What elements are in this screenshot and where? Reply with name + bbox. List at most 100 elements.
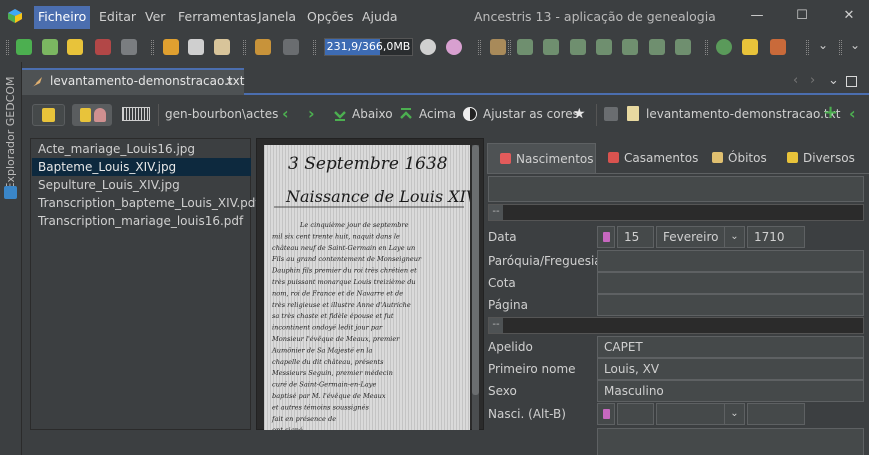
day-field[interactable]: 15 bbox=[617, 226, 654, 248]
close-genealogy-icon[interactable] bbox=[95, 39, 111, 55]
copy-icon[interactable] bbox=[188, 39, 204, 55]
record-header-field[interactable] bbox=[488, 176, 864, 202]
birth-month-select[interactable]: ⌄ bbox=[656, 403, 745, 425]
group-icon[interactable] bbox=[570, 39, 586, 55]
tab-prev-icon[interactable]: ‹ bbox=[793, 73, 798, 88]
collapse-button[interactable]: -- bbox=[489, 205, 503, 220]
menu-janela[interactable]: Janela bbox=[254, 6, 300, 29]
down-button[interactable] bbox=[333, 108, 347, 122]
new-tree-icon[interactable] bbox=[42, 39, 58, 55]
individual-icon[interactable] bbox=[517, 39, 533, 55]
garbage-collect-icon[interactable] bbox=[420, 39, 436, 55]
parish-field[interactable] bbox=[597, 250, 864, 272]
toolbar-grip[interactable] bbox=[478, 40, 481, 55]
family-icon[interactable] bbox=[543, 39, 559, 55]
up-label[interactable]: Acima bbox=[419, 107, 456, 121]
menu-opcoes[interactable]: Opções bbox=[303, 6, 358, 29]
repository-icon[interactable] bbox=[649, 39, 665, 55]
save-icon[interactable] bbox=[121, 39, 137, 55]
menu-ver[interactable]: Ver bbox=[141, 6, 169, 29]
manuscript-line: très puissant monarque Louis treizième d… bbox=[272, 278, 416, 286]
page-field[interactable] bbox=[597, 294, 864, 316]
toolbar-overflow-icon[interactable]: ⌄ bbox=[850, 38, 860, 52]
menu-ferramentas[interactable]: Ferramentas bbox=[174, 6, 261, 29]
contrast-icon[interactable] bbox=[463, 107, 477, 121]
tab-next-icon[interactable]: › bbox=[810, 73, 815, 88]
keyboard-icon[interactable] bbox=[122, 107, 150, 121]
adjust-colors-label[interactable]: Ajustar as cores bbox=[483, 107, 579, 121]
maximize-panel-icon[interactable] bbox=[846, 76, 857, 87]
source-icon[interactable] bbox=[622, 39, 638, 55]
memory-indicator[interactable]: 231,9/366,0MB bbox=[324, 38, 413, 56]
list-item[interactable]: Transcription_bapteme_Louis_XIV.pdf bbox=[32, 194, 260, 212]
text-file-icon[interactable] bbox=[627, 106, 639, 121]
menu-ajuda[interactable]: Ajuda bbox=[358, 6, 402, 29]
explorer-icon[interactable] bbox=[4, 186, 17, 199]
submitter-icon[interactable] bbox=[675, 39, 691, 55]
manuscript-image[interactable]: 3 Septembre 1638 Naissance de Louis XIV … bbox=[264, 145, 470, 430]
archive-icon[interactable] bbox=[604, 107, 618, 121]
toolbar-grip[interactable] bbox=[313, 40, 316, 55]
down-label[interactable]: Abaixo bbox=[352, 107, 393, 121]
book-icon[interactable] bbox=[490, 39, 506, 55]
list-item[interactable]: Sepulture_Louis_XIV.jpg bbox=[32, 176, 251, 194]
toolbar-grip[interactable] bbox=[508, 40, 511, 55]
tab-nascimentos[interactable]: Nascimentos bbox=[487, 143, 596, 173]
person-mode-button[interactable] bbox=[72, 104, 112, 126]
firstname-field[interactable]: Louis, XV bbox=[597, 358, 864, 380]
cote-field[interactable] bbox=[597, 272, 864, 294]
menu-editar[interactable]: Editar bbox=[95, 6, 140, 29]
collapse-button[interactable]: -- bbox=[489, 318, 503, 333]
tab-casamentos[interactable]: Casamentos bbox=[596, 143, 699, 173]
cut-icon[interactable] bbox=[163, 39, 179, 55]
birth-day-field[interactable] bbox=[617, 403, 654, 425]
list-item-selected[interactable]: Bapteme_Louis_XIV.jpg bbox=[32, 158, 251, 176]
manuscript-date: 3 Septembre 1638 bbox=[288, 154, 448, 174]
link-mode-button[interactable] bbox=[32, 104, 65, 126]
toolbar-grip[interactable] bbox=[806, 40, 809, 55]
previous-record-icon[interactable]: ‹ bbox=[849, 104, 856, 123]
tools-icon[interactable] bbox=[770, 39, 786, 55]
toolbar-grip[interactable] bbox=[839, 40, 842, 55]
close-tab-icon[interactable]: x bbox=[226, 74, 233, 88]
toolbar-grip[interactable] bbox=[705, 40, 708, 55]
tab-menu-icon[interactable]: ⌄ bbox=[828, 73, 839, 88]
next-field[interactable] bbox=[597, 428, 864, 455]
calendar-button[interactable] bbox=[597, 403, 615, 425]
document-tab[interactable]: levantamento-demonstracao.txt x bbox=[22, 68, 244, 95]
open-folder-icon[interactable] bbox=[67, 39, 83, 55]
maximize-button[interactable]: ☐ bbox=[787, 4, 817, 28]
year-field[interactable]: 1710 bbox=[747, 226, 805, 248]
previous-file-icon[interactable]: ‹ bbox=[282, 104, 289, 123]
toolbar-grip[interactable] bbox=[6, 40, 9, 55]
sex-select[interactable]: Masculino bbox=[597, 380, 864, 402]
note-icon[interactable] bbox=[596, 39, 612, 55]
check-icon[interactable] bbox=[716, 39, 732, 55]
bookmark-icon[interactable]: ★ bbox=[573, 106, 586, 122]
new-genealogy-icon[interactable] bbox=[16, 39, 32, 55]
toolbar-grip[interactable] bbox=[243, 40, 246, 55]
surname-field[interactable]: CAPET bbox=[597, 336, 864, 358]
list-item[interactable]: Acte_mariage_Louis16.jpg bbox=[32, 140, 251, 158]
paste-icon[interactable] bbox=[214, 39, 230, 55]
up-button[interactable] bbox=[399, 107, 413, 121]
add-icon[interactable]: + bbox=[823, 102, 838, 123]
calendar-button[interactable] bbox=[597, 226, 615, 248]
menu-ficheiro[interactable]: Ficheiro bbox=[34, 6, 91, 29]
close-button[interactable]: ✕ bbox=[834, 4, 864, 28]
profiler-icon[interactable] bbox=[446, 39, 462, 55]
tab-obitos[interactable]: Óbitos bbox=[700, 143, 774, 173]
redo-icon[interactable] bbox=[283, 39, 299, 55]
next-file-icon[interactable]: › bbox=[308, 104, 315, 123]
image-scrollbar-thumb[interactable] bbox=[472, 145, 479, 395]
tab-diversos[interactable]: Diversos bbox=[775, 143, 865, 173]
tree-icon[interactable] bbox=[742, 39, 758, 55]
undo-icon[interactable] bbox=[255, 39, 271, 55]
toolbar-overflow-icon[interactable]: ⌄ bbox=[818, 38, 828, 52]
minimize-button[interactable]: — bbox=[742, 4, 772, 28]
month-select[interactable]: Fevereiro ⌄ bbox=[656, 226, 745, 248]
gedcom-explorer-tab[interactable]: Explorador GEDCOM bbox=[2, 66, 20, 201]
toolbar-grip[interactable] bbox=[151, 40, 154, 55]
birth-year-field[interactable] bbox=[747, 403, 805, 425]
list-item[interactable]: Transcription_mariage_louis16.pdf bbox=[32, 212, 251, 230]
